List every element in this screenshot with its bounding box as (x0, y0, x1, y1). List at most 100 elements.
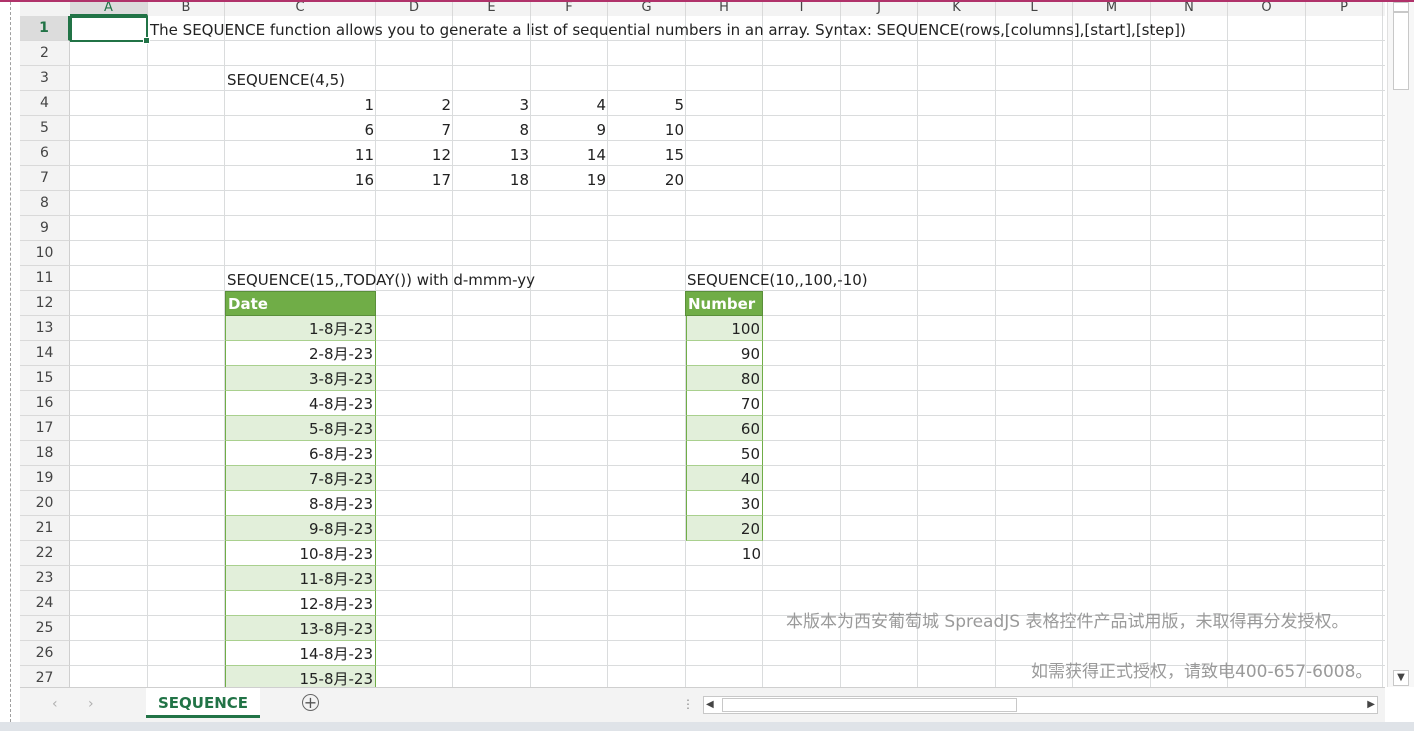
vertical-scroll-thumb[interactable] (1393, 12, 1409, 90)
row-header-7[interactable]: 7 (20, 166, 70, 191)
date-table-cell[interactable]: 6-8月-23 (225, 441, 376, 466)
scroll-right-arrow-icon[interactable]: ▶ (1367, 697, 1375, 712)
matrix-cell[interactable]: 5 (608, 92, 686, 116)
scroll-up-arrow-icon[interactable] (1393, 2, 1409, 12)
scroll-left-arrow-icon[interactable]: ◀ (706, 697, 714, 712)
date-table-cell[interactable]: 1-8月-23 (225, 316, 376, 341)
column-header-m[interactable]: M (1073, 2, 1151, 16)
matrix-cell[interactable]: 10 (608, 117, 686, 141)
row-header-10[interactable]: 10 (20, 241, 70, 266)
row-header-16[interactable]: 16 (20, 391, 70, 416)
matrix-cell[interactable]: 4 (531, 92, 608, 116)
vertical-scrollbar[interactable]: ▼ (1387, 2, 1414, 687)
matrix-cell[interactable]: 3 (453, 92, 531, 116)
chevron-left-icon[interactable]: ‹ (52, 696, 58, 712)
row-header-25[interactable]: 25 (20, 616, 70, 641)
column-header-p[interactable]: P (1306, 2, 1383, 16)
matrix-cell[interactable]: 12 (376, 142, 453, 166)
row-header-27[interactable]: 27 (20, 666, 70, 687)
matrix-cell[interactable]: 9 (531, 117, 608, 141)
row-header-21[interactable]: 21 (20, 516, 70, 541)
row-header-12[interactable]: 12 (20, 291, 70, 316)
date-table-cell[interactable]: 14-8月-23 (225, 641, 376, 666)
matrix-cell[interactable]: 13 (453, 142, 531, 166)
active-cell-a1[interactable] (70, 16, 150, 44)
date-table-cell[interactable]: 5-8月-23 (225, 416, 376, 441)
row-header-24[interactable]: 24 (20, 591, 70, 616)
horizontal-scrollbar[interactable]: ◀ ▶ (703, 696, 1378, 714)
matrix-cell[interactable]: 20 (608, 167, 686, 191)
matrix-cell[interactable]: 16 (225, 167, 376, 191)
row-header-8[interactable]: 8 (20, 191, 70, 216)
column-header-b[interactable]: B (148, 2, 225, 16)
column-header-h[interactable]: H (686, 2, 763, 16)
row-header-13[interactable]: 13 (20, 316, 70, 341)
number-table-cell[interactable]: 20 (686, 516, 763, 541)
number-table-cell[interactable]: 80 (686, 366, 763, 391)
row-header-11[interactable]: 11 (20, 266, 70, 291)
matrix-cell[interactable]: 2 (376, 92, 453, 116)
date-table-cell[interactable]: 4-8月-23 (225, 391, 376, 416)
chevron-right-icon[interactable]: › (88, 696, 94, 712)
column-header-e[interactable]: E (453, 2, 531, 16)
column-header-f[interactable]: F (531, 2, 608, 16)
column-header-o[interactable]: O (1228, 2, 1306, 16)
row-header-22[interactable]: 22 (20, 541, 70, 566)
row-header-4[interactable]: 4 (20, 91, 70, 116)
row-header-15[interactable]: 15 (20, 366, 70, 391)
row-header-3[interactable]: 3 (20, 66, 70, 91)
date-table-cell[interactable]: 13-8月-23 (225, 616, 376, 641)
matrix-cell[interactable]: 6 (225, 117, 376, 141)
date-table-cell[interactable]: 3-8月-23 (225, 366, 376, 391)
number-table-cell[interactable]: 30 (686, 491, 763, 516)
column-header-d[interactable]: D (376, 2, 453, 16)
date-table-cell[interactable]: 7-8月-23 (225, 466, 376, 491)
number-table-header[interactable]: Number (685, 291, 763, 316)
horizontal-scroll-thumb[interactable] (722, 698, 1017, 712)
number-table-cell[interactable]: 60 (686, 416, 763, 441)
row-header-18[interactable]: 18 (20, 441, 70, 466)
column-header-a[interactable]: A (70, 2, 148, 16)
sheet-tab-sequence[interactable]: SEQUENCE (146, 688, 260, 718)
row-header-2[interactable]: 2 (20, 41, 70, 66)
matrix-cell[interactable]: 19 (531, 167, 608, 191)
row-header-14[interactable]: 14 (20, 341, 70, 366)
number-table-cell[interactable]: 50 (686, 441, 763, 466)
date-table-cell[interactable]: 2-8月-23 (225, 341, 376, 366)
date-table-cell[interactable]: 15-8月-23 (225, 666, 376, 687)
column-header-i[interactable]: I (763, 2, 841, 16)
matrix-cell[interactable]: 1 (225, 92, 376, 116)
scroll-down-arrow-icon[interactable]: ▼ (1393, 670, 1409, 686)
number-table-cell[interactable]: 70 (686, 391, 763, 416)
matrix-cell[interactable]: 17 (376, 167, 453, 191)
matrix-cell[interactable]: 18 (453, 167, 531, 191)
row-header-20[interactable]: 20 (20, 491, 70, 516)
matrix-cell[interactable]: 14 (531, 142, 608, 166)
matrix-cell[interactable]: 8 (453, 117, 531, 141)
cell-c3-title[interactable]: SEQUENCE(4,5) (225, 67, 347, 91)
cell-c11-title[interactable]: SEQUENCE(15,,TODAY()) with d-mmm-yy (225, 267, 537, 291)
cell-b1-description[interactable]: The SEQUENCE function allows you to gene… (148, 17, 1188, 41)
column-header-k[interactable]: K (918, 2, 996, 16)
row-header-6[interactable]: 6 (20, 141, 70, 166)
column-header-l[interactable]: L (996, 2, 1073, 16)
row-header-23[interactable]: 23 (20, 566, 70, 591)
number-table-cell[interactable]: 10 (686, 541, 763, 566)
number-table-cell[interactable]: 40 (686, 466, 763, 491)
row-header-9[interactable]: 9 (20, 216, 70, 241)
date-table-cell[interactable]: 12-8月-23 (225, 591, 376, 616)
row-header-1[interactable]: 1 (20, 16, 70, 41)
tab-splitter-handle[interactable]: ⋮ (682, 697, 694, 711)
row-header-26[interactable]: 26 (20, 641, 70, 666)
column-header-n[interactable]: N (1151, 2, 1228, 16)
column-header-j[interactable]: J (841, 2, 918, 16)
matrix-cell[interactable]: 7 (376, 117, 453, 141)
row-header-19[interactable]: 19 (20, 466, 70, 491)
date-table-header[interactable]: Date (225, 291, 376, 316)
matrix-cell[interactable]: 11 (225, 142, 376, 166)
date-table-cell[interactable]: 11-8月-23 (225, 566, 376, 591)
cell-h11-title[interactable]: SEQUENCE(10,,100,-10) (685, 267, 870, 291)
date-table-cell[interactable]: 9-8月-23 (225, 516, 376, 541)
number-table-cell[interactable]: 100 (686, 316, 763, 341)
spreadsheet-grid[interactable]: The SEQUENCE function allows you to gene… (70, 16, 1385, 687)
